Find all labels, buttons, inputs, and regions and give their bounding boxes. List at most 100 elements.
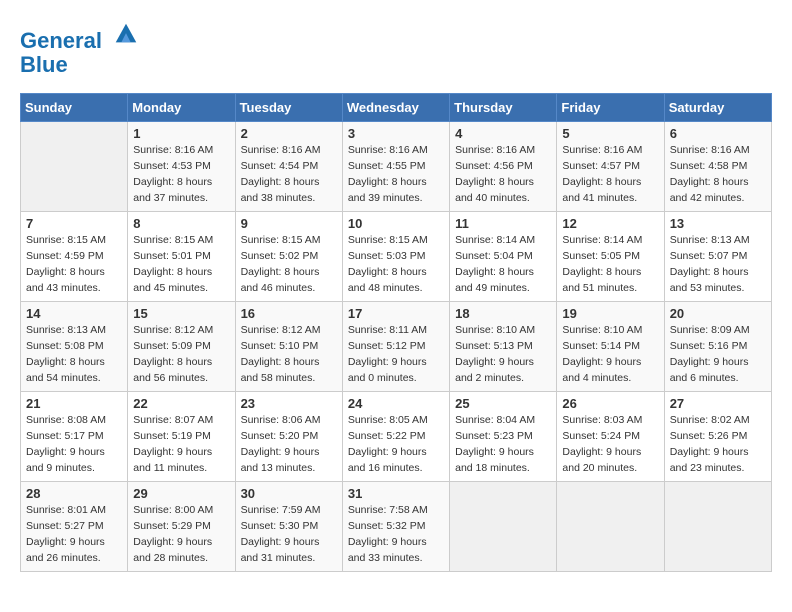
calendar-cell: 14 Sunrise: 8:13 AM Sunset: 5:08 PM Dayli… bbox=[21, 302, 128, 392]
calendar-cell: 31 Sunrise: 7:58 AM Sunset: 5:32 PM Dayli… bbox=[342, 482, 449, 572]
day-number: 8 bbox=[133, 216, 229, 231]
day-number: 13 bbox=[670, 216, 766, 231]
calendar-week-row: 28Sunrise: 8:01 AM Sunset: 5:27 PM Dayli… bbox=[21, 482, 772, 572]
day-info: Sunrise: 8:16 AM Sunset: 4:55 PM Dayligh… bbox=[348, 143, 444, 206]
weekday-header: Monday bbox=[128, 94, 235, 122]
day-info: Sunrise: 8:12 AM Sunset: 5:09 PM Dayligh… bbox=[133, 323, 229, 386]
logo-text: General bbox=[20, 20, 140, 53]
calendar-cell: 18 Sunrise: 8:10 AM Sunset: 5:13 PM Dayli… bbox=[450, 302, 557, 392]
calendar-cell: 10 Sunrise: 8:15 AM Sunset: 5:03 PM Dayli… bbox=[342, 212, 449, 302]
day-info: Sunrise: 8:10 AM Sunset: 5:13 PM Dayligh… bbox=[455, 323, 551, 386]
calendar-cell: 5 Sunrise: 8:16 AM Sunset: 4:57 PM Daylig… bbox=[557, 122, 664, 212]
calendar-cell: 25Sunrise: 8:04 AM Sunset: 5:23 PM Dayli… bbox=[450, 392, 557, 482]
day-info: Sunrise: 7:59 AM Sunset: 5:30 PM Dayligh… bbox=[241, 503, 337, 566]
day-info: Sunrise: 8:00 AM Sunset: 5:29 PM Dayligh… bbox=[133, 503, 229, 566]
calendar-cell: 24 Sunrise: 8:05 AM Sunset: 5:22 PM Dayli… bbox=[342, 392, 449, 482]
calendar-cell: 7 Sunrise: 8:15 AM Sunset: 4:59 PM Daylig… bbox=[21, 212, 128, 302]
day-info: Sunrise: 8:16 AM Sunset: 4:54 PM Dayligh… bbox=[241, 143, 337, 206]
calendar-cell: 4 Sunrise: 8:16 AM Sunset: 4:56 PM Daylig… bbox=[450, 122, 557, 212]
day-number: 28 bbox=[26, 486, 122, 501]
logo-blue: Blue bbox=[20, 53, 140, 77]
day-number: 1 bbox=[133, 126, 229, 141]
day-number: 10 bbox=[348, 216, 444, 231]
day-number: 18 bbox=[455, 306, 551, 321]
calendar-cell: 28Sunrise: 8:01 AM Sunset: 5:27 PM Dayli… bbox=[21, 482, 128, 572]
calendar-cell: 11Sunrise: 8:14 AM Sunset: 5:04 PM Dayli… bbox=[450, 212, 557, 302]
day-info: Sunrise: 8:13 AM Sunset: 5:08 PM Dayligh… bbox=[26, 323, 122, 386]
logo-general: General bbox=[20, 28, 102, 53]
day-number: 26 bbox=[562, 396, 658, 411]
day-number: 11 bbox=[455, 216, 551, 231]
day-number: 25 bbox=[455, 396, 551, 411]
calendar-cell: 21 Sunrise: 8:08 AM Sunset: 5:17 PM Dayli… bbox=[21, 392, 128, 482]
calendar-cell: 22Sunrise: 8:07 AM Sunset: 5:19 PM Dayli… bbox=[128, 392, 235, 482]
day-number: 2 bbox=[241, 126, 337, 141]
day-info: Sunrise: 8:10 AM Sunset: 5:14 PM Dayligh… bbox=[562, 323, 658, 386]
day-info: Sunrise: 8:09 AM Sunset: 5:16 PM Dayligh… bbox=[670, 323, 766, 386]
day-number: 7 bbox=[26, 216, 122, 231]
calendar-week-row: 1 Sunrise: 8:16 AM Sunset: 4:53 PM Daylig… bbox=[21, 122, 772, 212]
day-number: 3 bbox=[348, 126, 444, 141]
calendar-cell bbox=[450, 482, 557, 572]
weekday-header: Tuesday bbox=[235, 94, 342, 122]
day-number: 23 bbox=[241, 396, 337, 411]
day-number: 12 bbox=[562, 216, 658, 231]
calendar-table: SundayMondayTuesdayWednesdayThursdayFrid… bbox=[20, 93, 772, 572]
day-number: 31 bbox=[348, 486, 444, 501]
calendar-cell: 27 Sunrise: 8:02 AM Sunset: 5:26 PM Dayli… bbox=[664, 392, 771, 482]
day-number: 14 bbox=[26, 306, 122, 321]
day-number: 21 bbox=[26, 396, 122, 411]
calendar-cell: 15 Sunrise: 8:12 AM Sunset: 5:09 PM Dayli… bbox=[128, 302, 235, 392]
calendar-cell: 1 Sunrise: 8:16 AM Sunset: 4:53 PM Daylig… bbox=[128, 122, 235, 212]
weekday-header: Sunday bbox=[21, 94, 128, 122]
logo-icon bbox=[112, 20, 140, 48]
day-number: 4 bbox=[455, 126, 551, 141]
day-info: Sunrise: 8:15 AM Sunset: 5:02 PM Dayligh… bbox=[241, 233, 337, 296]
logo: General Blue bbox=[20, 20, 140, 77]
weekday-header: Thursday bbox=[450, 94, 557, 122]
day-info: Sunrise: 8:15 AM Sunset: 5:03 PM Dayligh… bbox=[348, 233, 444, 296]
day-info: Sunrise: 8:15 AM Sunset: 4:59 PM Dayligh… bbox=[26, 233, 122, 296]
day-number: 22 bbox=[133, 396, 229, 411]
day-number: 16 bbox=[241, 306, 337, 321]
calendar-cell: 6 Sunrise: 8:16 AM Sunset: 4:58 PM Daylig… bbox=[664, 122, 771, 212]
day-info: Sunrise: 8:16 AM Sunset: 4:58 PM Dayligh… bbox=[670, 143, 766, 206]
day-info: Sunrise: 8:16 AM Sunset: 4:53 PM Dayligh… bbox=[133, 143, 229, 206]
calendar-cell: 19 Sunrise: 8:10 AM Sunset: 5:14 PM Dayli… bbox=[557, 302, 664, 392]
calendar-cell: 16Sunrise: 8:12 AM Sunset: 5:10 PM Dayli… bbox=[235, 302, 342, 392]
calendar-cell: 8Sunrise: 8:15 AM Sunset: 5:01 PM Daylig… bbox=[128, 212, 235, 302]
day-info: Sunrise: 7:58 AM Sunset: 5:32 PM Dayligh… bbox=[348, 503, 444, 566]
weekday-header: Saturday bbox=[664, 94, 771, 122]
day-number: 24 bbox=[348, 396, 444, 411]
day-number: 27 bbox=[670, 396, 766, 411]
day-number: 19 bbox=[562, 306, 658, 321]
day-info: Sunrise: 8:02 AM Sunset: 5:26 PM Dayligh… bbox=[670, 413, 766, 476]
day-info: Sunrise: 8:08 AM Sunset: 5:17 PM Dayligh… bbox=[26, 413, 122, 476]
calendar-cell: 23Sunrise: 8:06 AM Sunset: 5:20 PM Dayli… bbox=[235, 392, 342, 482]
day-number: 17 bbox=[348, 306, 444, 321]
day-info: Sunrise: 8:03 AM Sunset: 5:24 PM Dayligh… bbox=[562, 413, 658, 476]
calendar-cell bbox=[557, 482, 664, 572]
calendar-header-row: SundayMondayTuesdayWednesdayThursdayFrid… bbox=[21, 94, 772, 122]
calendar-cell bbox=[664, 482, 771, 572]
calendar-cell: 17Sunrise: 8:11 AM Sunset: 5:12 PM Dayli… bbox=[342, 302, 449, 392]
calendar-cell bbox=[21, 122, 128, 212]
day-info: Sunrise: 8:05 AM Sunset: 5:22 PM Dayligh… bbox=[348, 413, 444, 476]
calendar-week-row: 21 Sunrise: 8:08 AM Sunset: 5:17 PM Dayli… bbox=[21, 392, 772, 482]
calendar-cell: 9Sunrise: 8:15 AM Sunset: 5:02 PM Daylig… bbox=[235, 212, 342, 302]
calendar-cell: 20Sunrise: 8:09 AM Sunset: 5:16 PM Dayli… bbox=[664, 302, 771, 392]
day-number: 5 bbox=[562, 126, 658, 141]
day-number: 15 bbox=[133, 306, 229, 321]
calendar-cell: 30 Sunrise: 7:59 AM Sunset: 5:30 PM Dayli… bbox=[235, 482, 342, 572]
calendar-cell: 26 Sunrise: 8:03 AM Sunset: 5:24 PM Dayli… bbox=[557, 392, 664, 482]
page-header: General Blue bbox=[20, 20, 772, 77]
day-info: Sunrise: 8:16 AM Sunset: 4:56 PM Dayligh… bbox=[455, 143, 551, 206]
weekday-header: Wednesday bbox=[342, 94, 449, 122]
calendar-cell: 12 Sunrise: 8:14 AM Sunset: 5:05 PM Dayli… bbox=[557, 212, 664, 302]
calendar-cell: 2 Sunrise: 8:16 AM Sunset: 4:54 PM Daylig… bbox=[235, 122, 342, 212]
day-number: 30 bbox=[241, 486, 337, 501]
day-info: Sunrise: 8:16 AM Sunset: 4:57 PM Dayligh… bbox=[562, 143, 658, 206]
day-number: 6 bbox=[670, 126, 766, 141]
calendar-cell: 3 Sunrise: 8:16 AM Sunset: 4:55 PM Daylig… bbox=[342, 122, 449, 212]
day-info: Sunrise: 8:14 AM Sunset: 5:05 PM Dayligh… bbox=[562, 233, 658, 296]
